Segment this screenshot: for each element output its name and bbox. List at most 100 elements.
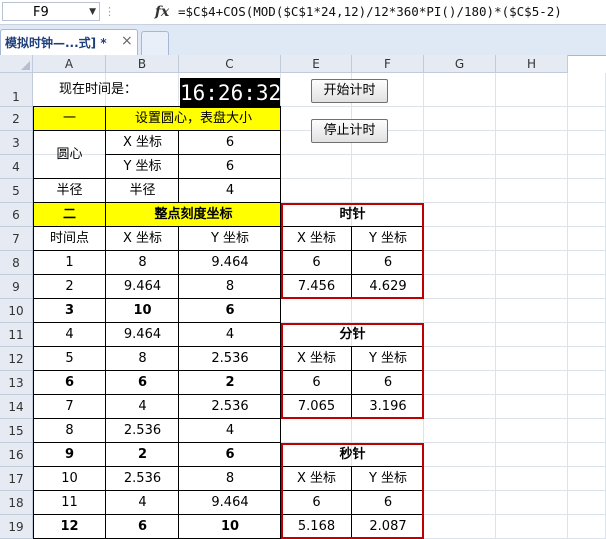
row-header[interactable]: 17 xyxy=(0,467,33,491)
table-cell[interactable]: 3 xyxy=(33,299,106,323)
second-hand-y2[interactable]: 2.087 xyxy=(352,515,424,539)
table-cell[interactable]: 9.464 xyxy=(106,323,179,347)
section-title[interactable]: 设置圆心，表盘大小 xyxy=(106,107,281,131)
table-cell[interactable]: 4 xyxy=(106,395,179,419)
table-cell[interactable]: 4 xyxy=(179,419,281,443)
table-cell[interactable]: 10 xyxy=(106,299,179,323)
splitter-handle[interactable]: ⋮ xyxy=(104,4,115,20)
row-header[interactable]: 19 xyxy=(0,515,33,539)
row-header[interactable]: 18 xyxy=(0,491,33,515)
table-cell[interactable]: 10 xyxy=(33,467,106,491)
minute-hand-y1[interactable]: 6 xyxy=(352,371,424,395)
row-header[interactable]: 10 xyxy=(0,299,33,323)
table-cell[interactable]: 2.536 xyxy=(106,419,179,443)
row-header[interactable]: 4 xyxy=(0,155,33,179)
row-header[interactable]: 11 xyxy=(0,323,33,347)
row-header[interactable]: 13 xyxy=(0,371,33,395)
formula-input[interactable]: =$C$4+COS(MOD($C$1*24,12)/12*360*PI()/18… xyxy=(178,1,606,23)
column-header[interactable]: F xyxy=(352,55,424,73)
table-cell[interactable]: 12 xyxy=(33,515,106,539)
table-cell[interactable]: 11 xyxy=(33,491,106,515)
minute-hand-y-header[interactable]: Y 坐标 xyxy=(352,347,424,371)
row-header[interactable]: 1 xyxy=(0,73,33,107)
minute-hand-x-header[interactable]: X 坐标 xyxy=(281,347,352,371)
table-cell[interactable]: 4 xyxy=(179,323,281,347)
row-header[interactable]: 9 xyxy=(0,275,33,299)
hour-hand-title[interactable]: 时针 xyxy=(281,203,424,227)
table-cell[interactable]: 9.464 xyxy=(179,251,281,275)
second-hand-y1[interactable]: 6 xyxy=(352,491,424,515)
close-icon[interactable]: × xyxy=(121,33,133,49)
row-header[interactable]: 7 xyxy=(0,227,33,251)
clock-label[interactable]: 现在时间是： xyxy=(33,73,179,107)
table-cell[interactable]: 2 xyxy=(106,443,179,467)
table-cell[interactable]: 4 xyxy=(106,491,179,515)
table-cell[interactable]: 10 xyxy=(179,515,281,539)
select-all-corner[interactable] xyxy=(0,55,33,73)
column-header[interactable]: G xyxy=(424,55,496,73)
row-header[interactable]: 6 xyxy=(0,203,33,227)
minute-hand-x2[interactable]: 7.065 xyxy=(281,395,352,419)
table-cell[interactable]: 8 xyxy=(33,419,106,443)
second-hand-title[interactable]: 秒针 xyxy=(281,443,424,467)
workbook-tab[interactable]: 模拟时钟—...式] * × xyxy=(0,29,138,55)
hour-hand-x-header[interactable]: X 坐标 xyxy=(281,227,352,251)
y-value[interactable]: 6 xyxy=(179,155,281,179)
table-cell[interactable]: 2.536 xyxy=(179,347,281,371)
stop-timer-button[interactable]: 停止计时 xyxy=(311,119,388,143)
radius-value[interactable]: 4 xyxy=(179,179,281,203)
section-title[interactable]: 整点刻度坐标 xyxy=(106,203,281,227)
table-cell[interactable]: 8 xyxy=(179,467,281,491)
column-label[interactable]: Y 坐标 xyxy=(179,227,281,251)
column-label[interactable]: 时间点 xyxy=(33,227,106,251)
hour-hand-x1[interactable]: 6 xyxy=(281,251,352,275)
section-number[interactable]: 二 xyxy=(33,203,106,227)
table-cell[interactable]: 8 xyxy=(106,347,179,371)
table-cell[interactable]: 9.464 xyxy=(106,275,179,299)
minute-hand-y2[interactable]: 3.196 xyxy=(352,395,424,419)
section-number[interactable]: 一 xyxy=(33,107,106,131)
y-label[interactable]: Y 坐标 xyxy=(106,155,179,179)
table-cell[interactable]: 2 xyxy=(33,275,106,299)
hour-hand-y-header[interactable]: Y 坐标 xyxy=(352,227,424,251)
second-hand-x1[interactable]: 6 xyxy=(281,491,352,515)
column-label[interactable]: X 坐标 xyxy=(106,227,179,251)
name-box[interactable]: F9 ▼ xyxy=(2,2,100,21)
table-cell[interactable]: 9 xyxy=(33,443,106,467)
table-cell[interactable]: 2.536 xyxy=(106,467,179,491)
table-cell[interactable]: 5 xyxy=(33,347,106,371)
table-cell[interactable]: 1 xyxy=(33,251,106,275)
table-cell[interactable]: 9.464 xyxy=(179,491,281,515)
row-header[interactable]: 16 xyxy=(0,443,33,467)
second-hand-y-header[interactable]: Y 坐标 xyxy=(352,467,424,491)
radius-label[interactable]: 半径 xyxy=(33,179,106,203)
row-header[interactable]: 2 xyxy=(0,107,33,131)
row-header[interactable]: 3 xyxy=(0,131,33,155)
minute-hand-title[interactable]: 分针 xyxy=(281,323,424,347)
row-header[interactable]: 12 xyxy=(0,347,33,371)
row-header[interactable]: 15 xyxy=(0,419,33,443)
table-cell[interactable]: 8 xyxy=(106,251,179,275)
x-value[interactable]: 6 xyxy=(179,131,281,155)
radius-label[interactable]: 半径 xyxy=(106,179,179,203)
column-header[interactable]: B xyxy=(106,55,179,73)
hour-hand-y1[interactable]: 6 xyxy=(352,251,424,275)
second-hand-x-header[interactable]: X 坐标 xyxy=(281,467,352,491)
table-cell[interactable]: 6 xyxy=(106,371,179,395)
table-cell[interactable]: 4 xyxy=(33,323,106,347)
row-header[interactable]: 14 xyxy=(0,395,33,419)
column-header[interactable]: H xyxy=(496,55,568,73)
second-hand-x2[interactable]: 5.168 xyxy=(281,515,352,539)
new-tab-button[interactable] xyxy=(141,31,169,55)
table-cell[interactable]: 6 xyxy=(106,515,179,539)
column-header[interactable]: E xyxy=(281,55,352,73)
hour-hand-y2[interactable]: 4.629 xyxy=(352,275,424,299)
table-cell[interactable]: 8 xyxy=(179,275,281,299)
table-cell[interactable]: 7 xyxy=(33,395,106,419)
column-header[interactable]: C xyxy=(179,55,281,73)
minute-hand-x1[interactable]: 6 xyxy=(281,371,352,395)
column-header[interactable]: A xyxy=(33,55,106,73)
hour-hand-x2[interactable]: 7.456 xyxy=(281,275,352,299)
table-cell[interactable]: 2 xyxy=(179,371,281,395)
table-cell[interactable]: 6 xyxy=(179,443,281,467)
